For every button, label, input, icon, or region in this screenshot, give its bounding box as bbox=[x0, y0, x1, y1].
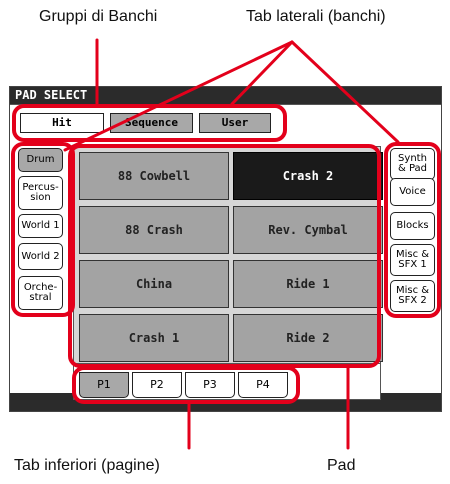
window-title: PAD SELECT bbox=[10, 87, 441, 104]
highlight-left-tabs bbox=[11, 142, 75, 317]
caption-side-tabs: Tab laterali (banchi) bbox=[246, 8, 386, 25]
highlight-bank-groups bbox=[12, 104, 287, 142]
highlight-pads bbox=[68, 144, 381, 368]
highlight-page-tabs bbox=[72, 366, 300, 404]
caption-bottom-tabs: Tab inferiori (pagine) bbox=[14, 457, 160, 474]
caption-bank-groups: Gruppi di Banchi bbox=[39, 8, 158, 25]
highlight-right-tabs bbox=[384, 142, 441, 318]
caption-pad: Pad bbox=[327, 457, 356, 474]
